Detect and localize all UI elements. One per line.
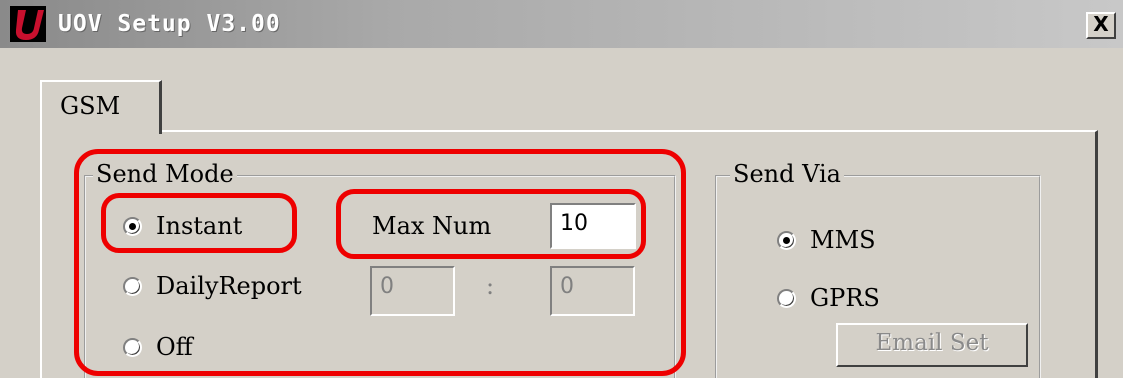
- tab-gsm-label: GSM: [60, 92, 121, 120]
- radio-mms[interactable]: MMS: [777, 226, 876, 254]
- radio-gprs[interactable]: GPRS: [777, 284, 880, 312]
- close-button[interactable]: X: [1086, 12, 1116, 39]
- radio-dailyreport-button[interactable]: [123, 276, 142, 296]
- radio-dailyreport[interactable]: DailyReport: [123, 272, 302, 300]
- send-mode-label: Send Mode: [93, 160, 237, 188]
- max-num-input[interactable]: 10: [550, 203, 636, 249]
- radio-instant[interactable]: Instant: [123, 212, 242, 240]
- radio-off[interactable]: Off: [123, 333, 193, 361]
- max-num-label: Max Num: [372, 212, 492, 240]
- radio-mms-button[interactable]: [777, 230, 796, 250]
- radio-gprs-button[interactable]: [777, 288, 796, 308]
- radio-instant-button[interactable]: [123, 216, 142, 236]
- radio-dailyreport-label: DailyReport: [156, 272, 302, 300]
- tab-gsm[interactable]: GSM: [40, 80, 162, 134]
- radio-off-label: Off: [156, 333, 193, 361]
- daily-hour-input[interactable]: 0: [370, 266, 455, 316]
- radio-gprs-label: GPRS: [810, 284, 880, 312]
- window-title: UOV Setup V3.00: [58, 11, 281, 37]
- daily-minute-input[interactable]: 0: [550, 266, 635, 316]
- radio-instant-label: Instant: [156, 212, 243, 240]
- radio-mms-label: MMS: [810, 226, 876, 254]
- radio-off-button[interactable]: [123, 337, 142, 357]
- daily-time-separator: :: [486, 272, 495, 300]
- email-set-button[interactable]: Email Set: [836, 323, 1028, 367]
- send-via-label: Send Via: [730, 160, 844, 188]
- title-bar: UOV Setup V3.00 X: [0, 0, 1123, 48]
- app-logo-icon: [10, 6, 46, 42]
